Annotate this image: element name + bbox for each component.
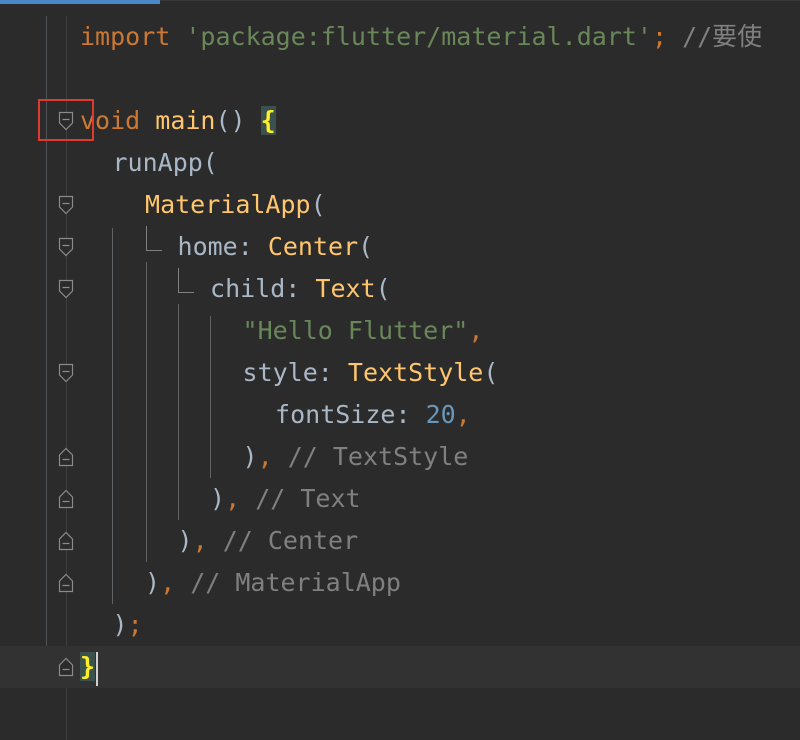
code-token: main <box>155 106 216 135</box>
indent-guide <box>146 262 147 562</box>
code-token: import <box>80 22 186 51</box>
code-token: ( <box>310 190 326 219</box>
tree-guide <box>178 268 179 292</box>
matched-brace: } <box>80 652 96 681</box>
fold-collapse-icon[interactable] <box>58 237 74 257</box>
code-line-15[interactable]: ); <box>0 604 800 646</box>
fold-collapse-icon[interactable] <box>58 195 74 215</box>
code-token: ) <box>145 568 161 597</box>
code-line-8[interactable]: "Hello Flutter", <box>0 310 800 352</box>
indent-guide <box>210 316 211 478</box>
fold-end-icon[interactable] <box>58 573 74 593</box>
code-text: ), // Text <box>210 478 361 520</box>
code-token: // Text <box>240 484 361 513</box>
code-token: , <box>192 526 208 555</box>
code-text: ), // MaterialApp <box>145 562 401 604</box>
indent-guide <box>178 304 179 520</box>
matched-brace: { <box>260 106 276 135</box>
code-token: //要使 <box>667 22 763 51</box>
code-text: import 'package:flutter/material.dart'; … <box>80 16 762 58</box>
code-text: MaterialApp( <box>145 184 326 226</box>
editor-top-border <box>160 0 800 1</box>
code-text: void main() { <box>80 100 276 142</box>
code-line-13[interactable]: ), // Center <box>0 520 800 562</box>
code-token: home: <box>177 232 268 261</box>
code-text: runApp( <box>113 142 218 184</box>
code-text: ); <box>113 604 143 646</box>
code-token: ) <box>112 610 128 639</box>
code-token: 'package:flutter/material.dart' <box>185 22 652 51</box>
code-token: ; <box>651 22 668 51</box>
code-text: ), // Center <box>178 520 359 562</box>
code-line-16[interactable]: } <box>0 646 800 688</box>
code-line-7[interactable]: child: Text( <box>0 268 800 310</box>
code-text: style: TextStyle( <box>243 352 499 394</box>
code-line-10[interactable]: fontSize: 20, <box>0 394 800 436</box>
code-token: "Hello Flutter" <box>242 316 469 345</box>
fold-end-icon[interactable] <box>58 531 74 551</box>
code-line-2[interactable] <box>0 58 800 100</box>
code-token: () <box>215 106 261 135</box>
fold-collapse-icon[interactable] <box>58 279 74 299</box>
code-token: Center <box>267 232 359 261</box>
code-token: , <box>455 400 471 429</box>
code-token: , <box>257 442 273 471</box>
code-text: ), // TextStyle <box>243 436 469 478</box>
code-line-3[interactable]: void main() { <box>0 100 800 142</box>
active-tab-indicator <box>0 0 160 4</box>
code-line-4[interactable]: runApp( <box>0 142 800 184</box>
code-line-12[interactable]: ), // Text <box>0 478 800 520</box>
code-text: fontSize: 20, <box>275 394 471 436</box>
code-line-6[interactable]: home: Center( <box>0 226 800 268</box>
code-token: ) <box>210 484 226 513</box>
code-token: // TextStyle <box>272 442 469 471</box>
code-token: ( <box>483 358 499 387</box>
fold-end-icon[interactable] <box>58 657 74 677</box>
code-line-1[interactable]: import 'package:flutter/material.dart'; … <box>0 16 800 58</box>
tree-guide <box>146 250 162 251</box>
code-token: ) <box>242 442 258 471</box>
code-line-11[interactable]: ), // TextStyle <box>0 436 800 478</box>
code-text: } <box>80 646 96 688</box>
code-token: // MaterialApp <box>175 568 401 597</box>
code-token: ( <box>358 232 374 261</box>
code-line-9[interactable]: style: TextStyle( <box>0 352 800 394</box>
code-token: child: <box>210 274 316 303</box>
code-token: TextStyle <box>347 358 484 387</box>
code-token: MaterialApp <box>145 190 311 219</box>
fold-collapse-icon[interactable] <box>58 363 74 383</box>
code-token: fontSize: <box>275 400 426 429</box>
code-line-14[interactable]: ), // MaterialApp <box>0 562 800 604</box>
indent-guide <box>112 228 113 604</box>
code-line-5[interactable]: MaterialApp( <box>0 184 800 226</box>
fold-end-icon[interactable] <box>58 489 74 509</box>
fold-end-icon[interactable] <box>58 447 74 467</box>
code-token: , <box>225 484 241 513</box>
code-token: ) <box>177 526 193 555</box>
code-token: ( <box>375 274 391 303</box>
code-text: home: Center( <box>178 226 374 268</box>
code-text: "Hello Flutter", <box>243 310 484 352</box>
code-token: , <box>468 316 484 345</box>
annotation-highlight-box <box>38 99 94 141</box>
code-token: // Center <box>207 526 359 555</box>
code-text: child: Text( <box>210 268 391 310</box>
code-token: Text <box>315 274 376 303</box>
code-token: ; <box>127 610 143 639</box>
code-token: runApp( <box>112 148 218 177</box>
tree-guide <box>178 292 194 293</box>
code-token: style: <box>242 358 348 387</box>
code-token: 20 <box>425 400 456 429</box>
tree-guide <box>146 226 147 250</box>
code-token: , <box>160 568 176 597</box>
text-caret <box>96 652 98 686</box>
